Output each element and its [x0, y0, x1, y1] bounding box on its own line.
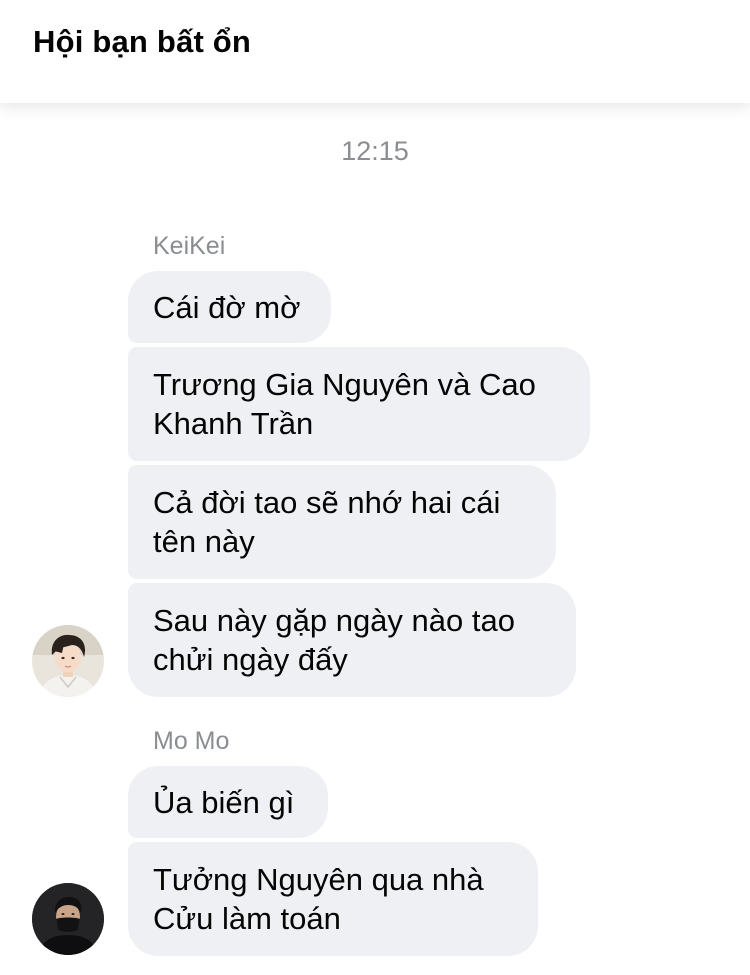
message-text: Sau này gặp ngày nào tao chửi ngày đấy [153, 603, 515, 677]
message-text: Tưởng Nguyên qua nhà Cửu làm toán [153, 862, 484, 936]
message-text: Ủa biến gì [153, 784, 295, 820]
message-text: Cái đờ mờ [153, 289, 301, 325]
message-bubble[interactable]: Cả đời tao sẽ nhớ hai cái tên này [128, 465, 556, 579]
chat-screen: Hội bạn bất ổn 12:15 KeiKei Cái đờ mờ Tr… [0, 0, 750, 975]
message-text: Cả đời tao sẽ nhớ hai cái tên này [153, 485, 501, 559]
chat-title[interactable]: Hội bạn bất ổn [33, 24, 251, 60]
avatar-photo-icon [32, 625, 104, 697]
message-bubble[interactable]: Trương Gia Nguyên và Cao Khanh Trần [128, 347, 590, 461]
sender-name: KeiKei [153, 232, 226, 260]
message-bubble[interactable]: Cái đờ mờ [128, 271, 331, 343]
message-bubble[interactable]: Sau này gặp ngày nào tao chửi ngày đấy [128, 583, 576, 697]
message-bubble[interactable]: Tưởng Nguyên qua nhà Cửu làm toán [128, 842, 538, 956]
sender-name: Mo Mo [153, 727, 230, 755]
chat-header[interactable]: Hội bạn bất ổn [0, 0, 750, 103]
message-bubble[interactable]: Ủa biến gì [128, 766, 328, 838]
message-timestamp: 12:15 [341, 136, 409, 166]
user-avatar-keikei[interactable] [32, 625, 104, 697]
user-avatar-momo[interactable] [32, 883, 104, 955]
message-text: Trương Gia Nguyên và Cao Khanh Trần [153, 367, 536, 441]
avatar-photo-icon [32, 883, 104, 955]
